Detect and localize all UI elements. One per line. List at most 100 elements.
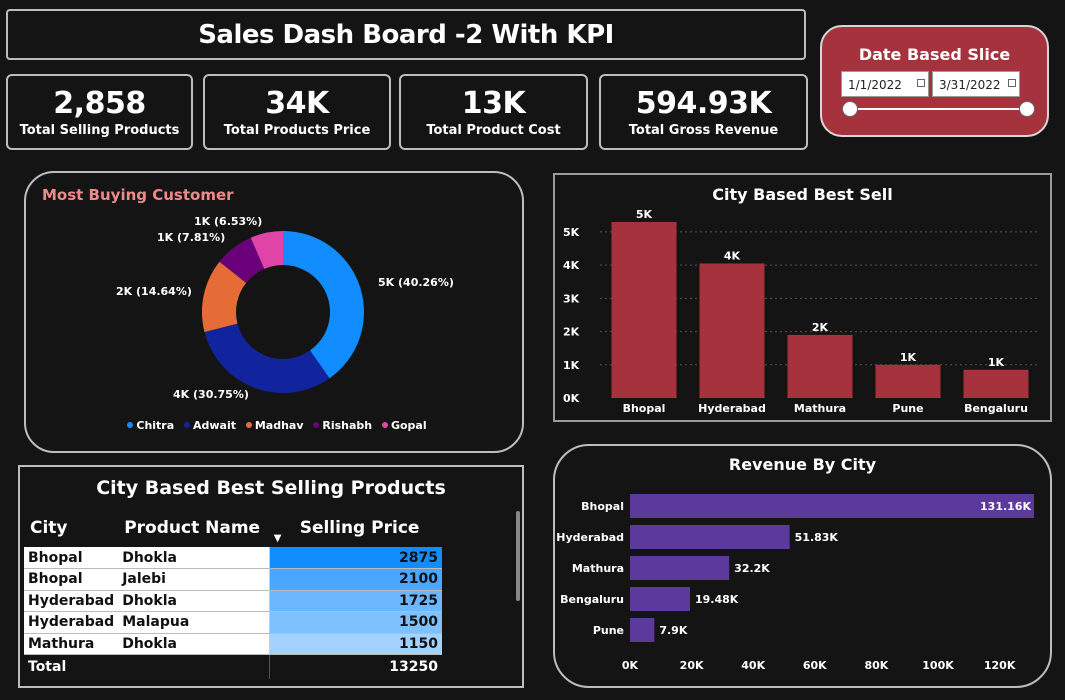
hbar-pune[interactable] [630,618,655,642]
hbar-mathura[interactable] [630,556,730,580]
donut-slice-adwait[interactable] [204,323,330,393]
calendar-icon[interactable] [1008,79,1016,87]
column-header-city[interactable]: City [24,509,119,547]
cell-product: Dhokla [118,590,270,612]
legend-item[interactable]: Chitra [136,419,174,432]
column-header-price-label: Selling Price [299,518,420,538]
kpi-card-products-price: 34K Total Products Price [203,74,391,150]
y-category-label: Bengaluru [560,593,624,606]
cell-product: Dhokla [118,547,270,569]
y-category-label: Bhopal [581,500,624,513]
calendar-icon[interactable] [917,79,925,87]
x-tick-label: 80K [864,659,888,672]
table-row[interactable]: Bhopal Jalebi 2100 [24,568,442,591]
cell-price: 1150 [269,633,442,655]
date-range-track [850,108,1028,110]
end-date-handle[interactable] [1019,101,1035,117]
y-tick-label: 2K [563,326,580,339]
table-title: City Based Best Selling Products [96,477,446,499]
bar-data-label: 2K [812,321,829,334]
legend-item[interactable]: Adwait [193,419,236,432]
cell-price: 2100 [269,568,442,591]
slicer-title: Date Based Slice [858,45,1011,64]
cell-product: Malapua [118,611,270,634]
x-tick-label: Mathura [794,402,846,415]
table-row[interactable]: Bhopal Dhokla 2875 [24,547,442,569]
sort-descending-icon[interactable]: ▼ [274,533,282,544]
legend-dot [127,422,134,428]
hbar-data-label: 131.16K [980,500,1031,513]
cell-city: Bhopal [24,568,119,591]
table-scrollbar[interactable] [516,511,520,601]
kpi-label: Total Selling Products [19,122,180,138]
donut-legend: Chitra Adwait Madhav Rishabh Gopal [26,419,522,432]
cell-price: 1500 [269,611,442,634]
hbar-data-label: 7.9K [659,624,687,637]
donut-data-label: 2K (14.64%) [116,285,192,298]
hbar-bhopal[interactable] [630,494,1034,518]
hbar-data-label: 51.83K [795,531,839,544]
start-date-handle[interactable] [842,101,858,117]
bar-hyderabad[interactable] [699,263,765,398]
cell-city: Hyderabad [24,590,119,612]
bar-bengaluru[interactable] [963,369,1029,398]
city-best-sell-panel: City Based Best Sell 0K 1K 2K 3K 4K 5K 5K Bhopa… [553,173,1052,422]
most-buying-customer-panel: Most Buying Customer 5K (40.26%) 4K (30.7… [24,171,524,453]
y-tick-label: 1K [563,359,580,372]
hbar-bengaluru[interactable] [630,587,691,611]
column-header-product[interactable]: Product Name [118,509,270,547]
revenue-by-city-panel: Revenue By City Bhopal 131.16K Hyderabad 51… [553,444,1052,688]
cell-city: Mathura [24,633,119,655]
column-header-price[interactable]: Selling Price ▼ [269,509,442,547]
legend-dot [245,422,252,428]
start-date-input[interactable]: 1/1/2022 [841,71,929,97]
kpi-value: 594.93K [635,85,772,121]
y-tick-label: 4K [563,259,580,272]
kpi-label: Total Gross Revenue [628,122,779,138]
kpi-value: 2,858 [53,85,146,121]
cell-product: Jalebi [118,568,270,591]
x-tick-label: 0K [622,659,639,672]
cell-product: Dhokla [118,633,270,655]
legend-item[interactable]: Madhav [255,419,304,432]
cell-price: 2875 [269,547,442,569]
y-tick-label: 3K [563,292,580,305]
city-bar-chart: 0K 1K 2K 3K 4K 5K 5K Bhopal 4K Hyderabad 2K Mathura… [563,208,1040,415]
donut-slice-chitra[interactable] [283,231,364,379]
x-tick-label: 40K [741,659,765,672]
kpi-label: Total Product Cost [426,122,561,138]
donut-data-label: 1K (7.81%) [157,231,225,244]
date-slicer: Date Based Slice 1/1/2022 3/31/2022 [820,25,1049,137]
y-tick-label: 5K [563,226,580,239]
end-date-input[interactable]: 3/31/2022 [932,71,1020,97]
kpi-label: Total Products Price [223,122,371,138]
start-date-value: 1/1/2022 [848,78,902,92]
table-row[interactable]: Hyderabad Dhokla 1725 [24,590,442,612]
table-row[interactable]: Hyderabad Malapua 1500 [24,611,442,634]
x-tick-label: Hyderabad [698,402,766,415]
legend-item[interactable]: Rishabh [322,419,372,432]
x-tick-label: 120K [984,659,1016,672]
bar-pune[interactable] [875,364,941,398]
y-category-label: Mathura [572,562,624,575]
total-value: 13250 [269,654,442,679]
bar-data-label: 4K [724,249,741,262]
kpi-value: 13K [461,85,526,121]
x-tick-label: Pune [892,402,923,415]
bar-data-label: 5K [636,208,653,221]
table-row[interactable]: Mathura Dhokla 1150 [24,633,442,655]
bar-mathura[interactable] [787,334,853,398]
hbar-data-label: 32.2K [734,562,770,575]
table-total-row: Total 13250 [24,654,442,679]
x-tick-label: 60K [803,659,827,672]
hbar-hyderabad[interactable] [630,525,790,549]
legend-dot [184,422,190,428]
total-empty [118,654,270,679]
bar-bhopal[interactable] [611,221,677,398]
end-date-value: 3/31/2022 [939,78,1001,92]
y-category-label: Hyderabad [556,531,624,544]
cell-city: Hyderabad [24,611,119,634]
total-label: Total [24,654,119,679]
donut-data-label: 4K (30.75%) [173,388,249,401]
legend-item[interactable]: Gopal [391,419,427,432]
